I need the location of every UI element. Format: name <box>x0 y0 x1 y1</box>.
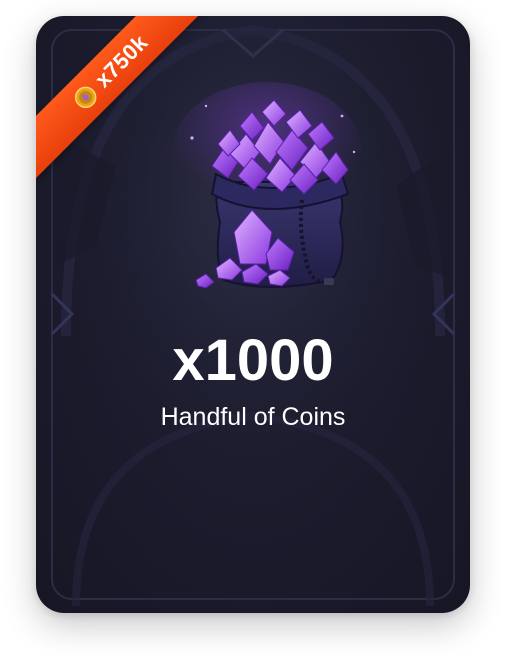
stage: x750k x1000 Handful of Coins <box>0 0 506 670</box>
coin-icon <box>75 86 97 108</box>
product-card[interactable]: x750k x1000 Handful of Coins <box>36 16 470 613</box>
product-name: Handful of Coins <box>160 403 346 431</box>
product-amount: x1000 <box>172 328 334 393</box>
gem-bag-icon <box>172 82 362 289</box>
